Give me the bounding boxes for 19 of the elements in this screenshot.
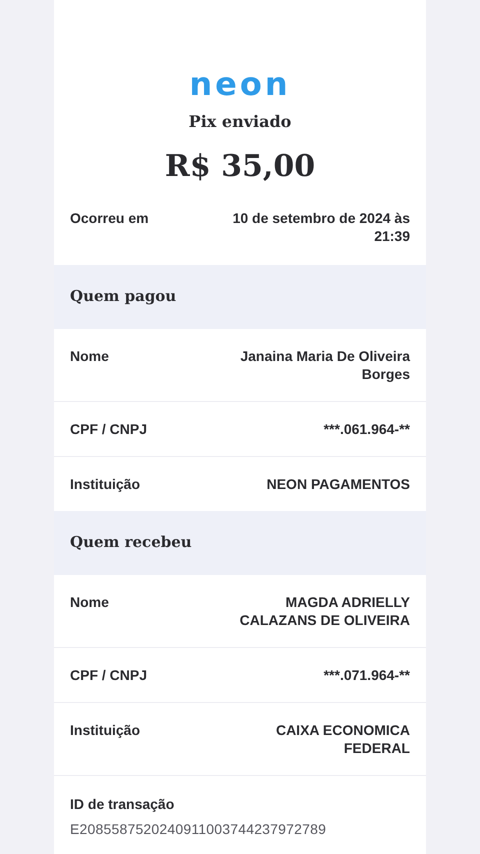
field-label: Nome (70, 593, 109, 611)
field-label: ID de transação (70, 795, 176, 814)
field-label: Instituição (70, 721, 140, 739)
field-value: ***.071.964-** (322, 666, 410, 684)
field-value: 10 de setembro de 2024 às 21:39 (232, 209, 410, 245)
field-label: Nome (70, 347, 109, 365)
transaction-id: E2085587520240911003744237972789 (70, 820, 328, 839)
field-value: Janaina Maria De Oliveira Borges (239, 347, 410, 383)
field-value: NEON PAGAMENTOS (266, 475, 410, 493)
amount: R$ 35,00 (164, 148, 316, 186)
receipt-title: Pix enviado (188, 111, 292, 133)
field-label: CPF / CNPJ (70, 420, 148, 438)
field-value: ***.061.964-** (322, 420, 410, 438)
field-value: CAIXA ECONOMICA FEDERAL (274, 721, 410, 757)
field-label: CPF / CNPJ (70, 666, 148, 684)
logo: neon (189, 66, 291, 102)
field-label: Ocorreu em (70, 209, 149, 227)
field-label: Instituição (70, 475, 140, 493)
field-value: MAGDA ADRIELLY CALAZANS DE OLIVEIRA (238, 593, 410, 629)
